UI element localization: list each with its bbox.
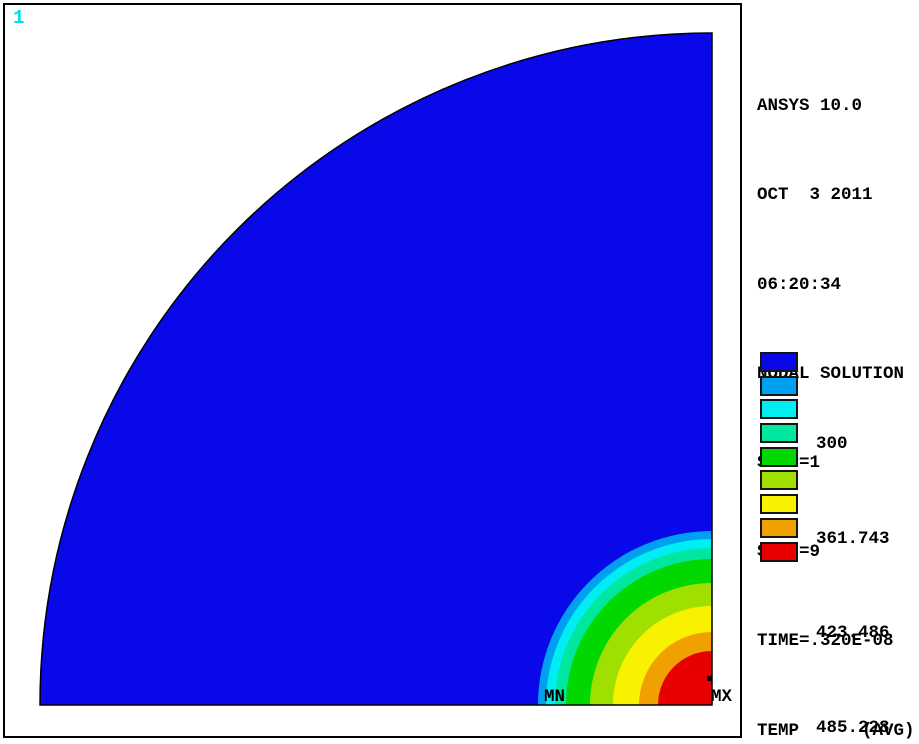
contour-plot[interactable] xyxy=(5,5,740,736)
legend-value: 423.486 xyxy=(816,622,900,646)
legend-swatch-column xyxy=(760,352,798,565)
info-panel: ANSYS 10.0 OCT 3 2011 06:20:34 NODAL SOL… xyxy=(742,0,919,744)
max-node-label: MX xyxy=(711,688,732,706)
legend-color-swatch xyxy=(760,376,798,396)
info-line: 06:20:34 xyxy=(757,274,915,296)
legend-color-swatch xyxy=(760,352,798,372)
legend-color-swatch xyxy=(760,542,798,562)
window-number: 1 xyxy=(13,7,24,29)
min-node-label: MN xyxy=(544,688,565,706)
legend-color-swatch xyxy=(760,518,798,538)
legend-color-swatch xyxy=(760,494,798,514)
legend-value: 300 xyxy=(816,433,900,457)
legend-color-swatch xyxy=(760,447,798,467)
graphics-window[interactable]: 1 MN MX xyxy=(3,3,742,738)
legend-color-swatch xyxy=(760,399,798,419)
info-line: ANSYS 10.0 xyxy=(757,95,915,117)
legend-color-swatch xyxy=(760,470,798,490)
legend-value: 485.228 xyxy=(816,717,900,741)
max-node-marker xyxy=(707,676,712,681)
legend-color-swatch xyxy=(760,423,798,443)
legend-value: 361.743 xyxy=(816,528,900,552)
contour-legend: 300 361.743 423.486 485.228 546.971 608.… xyxy=(742,338,919,588)
info-line: OCT 3 2011 xyxy=(757,184,915,206)
legend-value-column: 300 361.743 423.486 485.228 546.971 608.… xyxy=(816,338,900,744)
